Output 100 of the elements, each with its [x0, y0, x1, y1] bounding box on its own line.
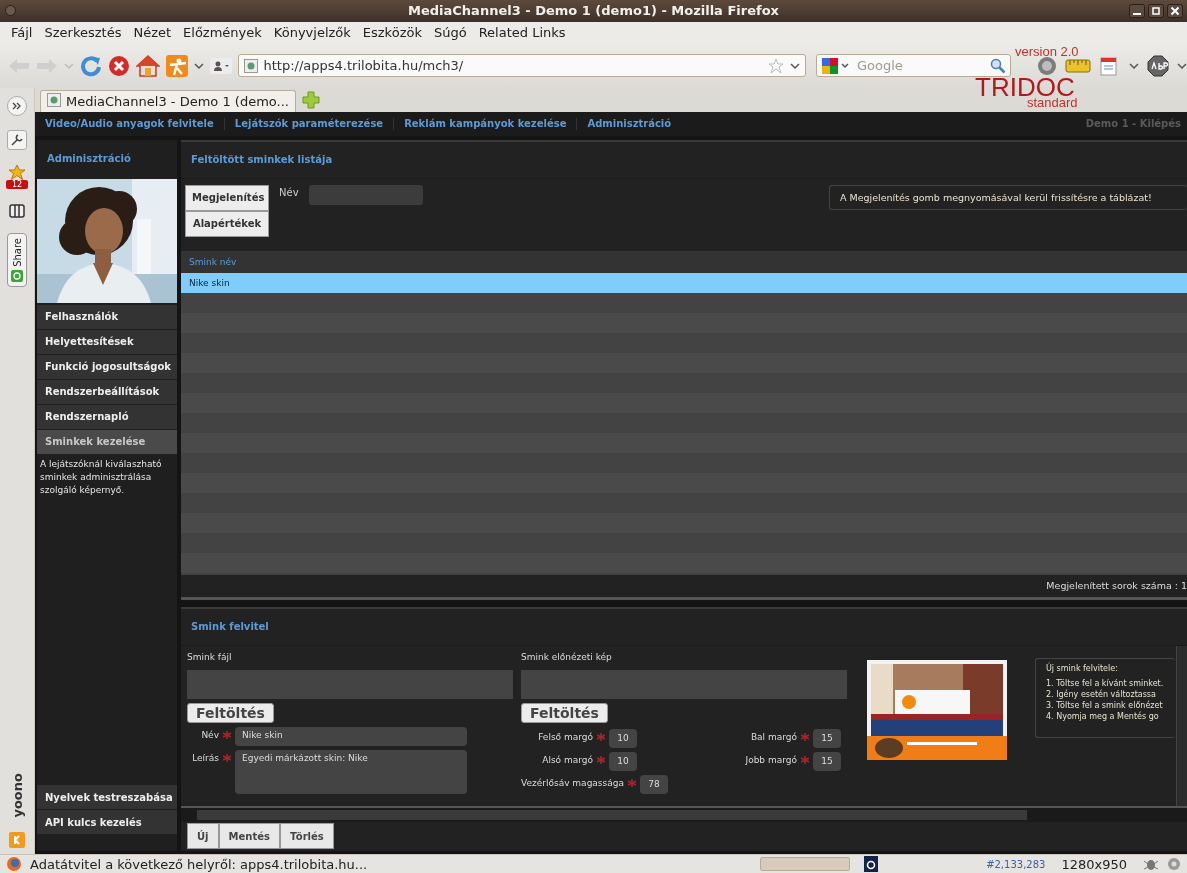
columns-icon[interactable]	[9, 202, 25, 219]
home-icon[interactable]	[135, 54, 160, 77]
close-icon[interactable]	[1167, 4, 1183, 18]
number-field[interactable]: 15	[813, 728, 841, 748]
nav-link[interactable]: Video/Audio anyagok felvitele	[45, 118, 214, 130]
minimize-icon[interactable]	[1129, 4, 1145, 18]
help-title: Új smink felvitele:	[1046, 663, 1119, 673]
caret-icon[interactable]	[193, 61, 204, 70]
menu-item[interactable]: Related Links	[472, 25, 572, 41]
field-label: Név	[200, 728, 219, 740]
horizontal-scrollbar[interactable]	[181, 805, 1187, 822]
address-bar[interactable]: http://apps4.trilobita.hu/mch3/	[237, 54, 806, 78]
rank-counter: #2,133,283	[986, 858, 1046, 870]
number-field[interactable]: 15	[813, 751, 841, 771]
search-bar[interactable]: Google	[816, 54, 1011, 78]
nav-link[interactable]: Adminisztráció	[587, 118, 672, 130]
sidebar-menu-item[interactable]: API kulcs kezelés	[37, 810, 177, 834]
field-label: Név	[279, 185, 299, 198]
maximize-icon[interactable]	[1148, 4, 1164, 18]
name-field[interactable]: Nike skin	[235, 726, 467, 746]
description-field[interactable]: Egyedi márkázott skin: Nike	[235, 749, 467, 794]
theme-logo-text: standard	[1027, 96, 1078, 110]
stop-icon[interactable]	[107, 54, 130, 77]
star-icon[interactable]	[7, 163, 27, 180]
number-field[interactable]: 10	[609, 728, 637, 748]
search-engine-icon[interactable]	[821, 56, 851, 75]
upload-button[interactable]: Feltöltés	[521, 702, 608, 723]
sidebar-menu-item[interactable]: Helyettesítések	[37, 329, 177, 354]
field-label: Alsó margó	[541, 753, 593, 765]
sidebar-menu-item[interactable]: Funkció jogosultságok	[37, 354, 177, 379]
action-button[interactable]: Mentés	[218, 823, 280, 850]
action-button[interactable]: Törlés	[279, 823, 334, 850]
number-field[interactable]: 10	[609, 751, 637, 771]
menu-item[interactable]: Eszközök	[356, 25, 428, 41]
sidebar-menu-item[interactable]: Sminkek kezelése	[37, 429, 177, 454]
number-field[interactable]: 78	[640, 774, 668, 794]
new-tab-icon[interactable]	[301, 90, 320, 109]
caret-icon[interactable]	[1129, 61, 1139, 70]
menu-item[interactable]: Súgó	[427, 25, 473, 41]
field-label: Smink fájl	[187, 651, 233, 664]
description-text: A lejátszóknál kiválaszható sminkek adminisztrálása szolgáló képernyő.	[39, 457, 163, 497]
action-button[interactable]: Új	[187, 823, 219, 850]
ruler-icon[interactable]	[1065, 56, 1091, 75]
browser-tab[interactable]: MediaChannel3 - Demo 1 (demo...	[40, 89, 296, 112]
globe-icon[interactable]	[1037, 55, 1057, 76]
table-row[interactable]: Nike skin	[181, 272, 1187, 293]
window-title: MediaChannel3 - Demo 1 (demo1) - Mozilla Firefox	[408, 3, 779, 19]
help-step: 3. Töltse fel a smink előnézet	[1046, 700, 1175, 710]
settings-icon[interactable]	[1167, 857, 1181, 871]
resolution-text: 1280x950	[1061, 856, 1127, 872]
help-step: 4. Nyomja meg a Mentés go	[1046, 711, 1175, 721]
theme-logo-text: version 2.0	[1015, 44, 1079, 59]
search-field[interactable]: Google	[855, 57, 986, 75]
reload-icon[interactable]	[79, 54, 102, 77]
share-button[interactable]: Share	[7, 232, 27, 287]
menu-item[interactable]: Szerkesztés	[38, 25, 128, 41]
file-field[interactable]	[187, 669, 513, 699]
field-label: Leírás	[191, 751, 219, 763]
page-icon	[47, 92, 61, 107]
notification-badge: 12	[5, 179, 29, 189]
menu-item[interactable]: Fájl	[5, 25, 39, 41]
caret-icon[interactable]	[790, 61, 800, 70]
menu-item[interactable]: Könyvjelzők	[267, 25, 357, 41]
filter-button[interactable]: Alapértékek	[185, 210, 269, 237]
tools-icon[interactable]	[7, 129, 27, 150]
nav-link[interactable]: Lejátszók paraméterezése	[234, 118, 384, 130]
share-icon	[11, 269, 23, 282]
notice-box: A Megjelenítés gomb megnyomásával kerül frissítésre a táblázat!	[829, 184, 1187, 210]
field-label: Felső margó	[537, 730, 593, 742]
help-step: 2. Igény esetén változtassa	[1046, 689, 1175, 699]
field-label: Smink előnézeti kép	[521, 651, 613, 664]
brand-name: yoono	[9, 773, 25, 818]
sidebar-title: Adminisztráció	[46, 152, 132, 167]
field-label: Vezérlősáv magassága	[521, 776, 624, 788]
menu-item[interactable]: Nézet	[127, 25, 178, 41]
row-count-text: Megjelenített sorok száma : 1	[1046, 580, 1187, 592]
panel-title: Smink felvitel	[181, 608, 1187, 646]
name-filter-field[interactable]	[308, 184, 423, 205]
identity-icon[interactable]	[209, 57, 232, 74]
vertical-scrollbar[interactable]	[1176, 645, 1187, 806]
bug-icon[interactable]	[1143, 857, 1159, 871]
sidebar-menu-item[interactable]: Rendszerbeállítások	[37, 379, 177, 404]
column-header[interactable]: Smink név	[189, 256, 237, 267]
tab-list-icon[interactable]	[7, 95, 27, 116]
window-menu-icon[interactable]	[5, 5, 16, 17]
person-icon[interactable]	[165, 54, 188, 77]
upload-button[interactable]: Feltöltés	[187, 702, 274, 723]
filter-button[interactable]: Megjelenítés	[185, 184, 269, 211]
sidebar-menu-item[interactable]: Felhasználók	[37, 304, 177, 329]
help-step: 1. Töltse fel a kívánt sminket.	[1046, 678, 1175, 688]
field-label: Bal margó	[749, 730, 797, 742]
menu-item[interactable]: Előzmények	[177, 25, 268, 41]
caret-icon[interactable]	[1177, 61, 1187, 70]
nav-link[interactable]: Reklám kampányok kezelése	[404, 118, 567, 130]
sidebar-menu-item[interactable]: Rendszernapló	[37, 404, 177, 429]
field-label: Jobb margó	[744, 753, 797, 765]
sidebar-menu-item[interactable]: Nyelvek testreszabása	[37, 785, 177, 809]
star-icon[interactable]	[768, 57, 784, 74]
file-field[interactable]	[521, 669, 847, 699]
search-icon[interactable]	[990, 57, 1006, 74]
